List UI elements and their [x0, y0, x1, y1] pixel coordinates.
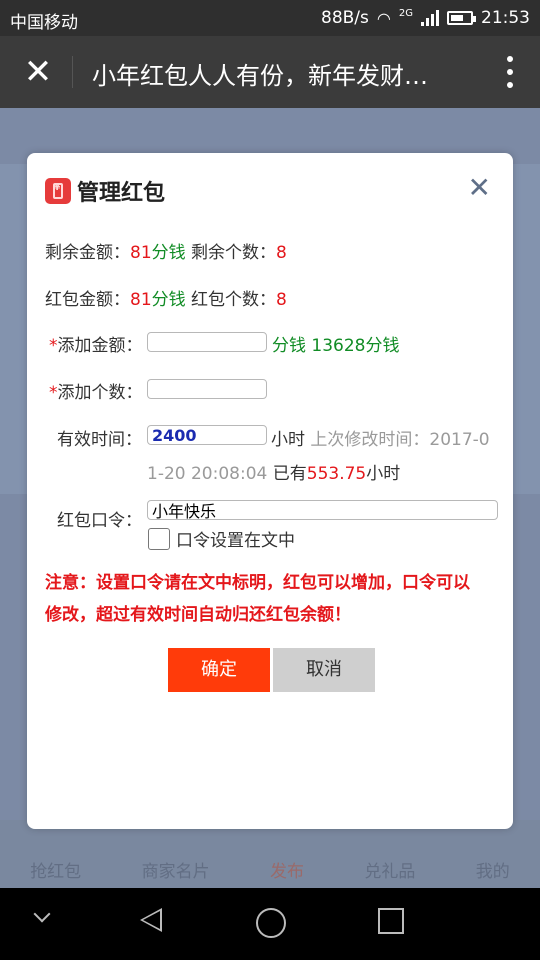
valid-time-info: 小时 上次修改时间：2017-0	[271, 425, 490, 450]
valid-time-input[interactable]	[147, 425, 267, 445]
network-speed: 88B/s	[321, 8, 369, 28]
signal-icon	[421, 10, 439, 26]
add-count-label-group: *添加个数：	[49, 378, 143, 403]
remaining-count-value: 8	[276, 243, 287, 263]
last-modified-time: 1-20 20:08:04	[147, 464, 268, 484]
divider	[72, 56, 73, 88]
wifi-icon: ◠	[376, 8, 391, 28]
add-amount-label-group: *添加金额：	[49, 331, 143, 356]
recent-apps-icon[interactable]	[378, 908, 404, 934]
add-amount-label: 添加金额：	[57, 336, 143, 356]
page-title: 小年红包人人有份，新年发财…	[92, 62, 428, 90]
carrier-name: 中国移动	[10, 13, 78, 33]
tab-grab-redpacket[interactable]: 抢红包	[30, 857, 81, 882]
tab-merchant-cards[interactable]: 商家名片	[142, 857, 210, 882]
elapsed-unit: 小时	[366, 464, 401, 484]
add-amount-unit-group: 分钱 13628分钱	[272, 331, 400, 356]
total-amount-value: 81	[130, 290, 152, 310]
notice-line-1: 注意：设置口令请在文中标明，红包可以增加，口令可以	[45, 573, 470, 593]
elapsed-value: 553.75	[306, 464, 367, 484]
title-bar: ✕ 小年红包人人有份，新年发财…	[0, 36, 540, 108]
remaining-count-label: 剩余个数：	[191, 243, 277, 263]
total-count-value: 8	[276, 290, 287, 310]
tab-gifts[interactable]: 兑礼品	[364, 857, 415, 882]
hide-keyboard-icon[interactable]	[33, 905, 51, 923]
add-amount-unit: 分钱	[272, 336, 306, 356]
bottom-navigation: 抢红包 商家名片 发布 兑礼品 我的	[0, 820, 540, 888]
add-amount-input[interactable]	[147, 332, 267, 352]
remaining-amount-unit: 分钱	[151, 243, 186, 263]
password-label: 红包口令：	[57, 511, 142, 531]
dialog-close-icon[interactable]: ✕	[468, 171, 491, 204]
required-mark: *	[49, 336, 58, 356]
valid-time-label: 有效时间：	[57, 430, 142, 450]
tab-me[interactable]: 我的	[476, 857, 510, 882]
back-icon-inner	[143, 911, 160, 929]
status-bar: 中国移动 88B/s ◠ 2G 21:53	[0, 0, 540, 36]
manage-redpacket-dialog: 管理红包 ✕ 剩余金额：81分钱 剩余个数：8 红包金额：81分钱 红包个数：8…	[27, 153, 513, 829]
remaining-row: 剩余金额：81分钱 剩余个数：8	[45, 238, 287, 263]
system-navigation-bar	[0, 888, 540, 960]
total-amount-unit: 分钱	[151, 290, 186, 310]
close-icon[interactable]: ✕	[20, 54, 56, 90]
notice-text: 注意：设置口令请在文中标明，红包可以增加，口令可以 修改，超过有效时间自动归还红…	[45, 567, 500, 631]
password-input[interactable]	[147, 500, 498, 520]
add-count-label: 添加个数：	[57, 383, 143, 403]
cancel-button[interactable]: 取消	[273, 648, 375, 692]
required-mark: *	[49, 383, 58, 403]
password-in-text-label: 口令设置在文中	[176, 531, 295, 551]
last-modified-row: 1-20 20:08:04 已有553.75小时	[147, 459, 400, 484]
battery-icon	[447, 11, 476, 25]
confirm-button[interactable]: 确定	[168, 648, 270, 692]
redpacket-icon	[45, 178, 71, 204]
more-menu-icon[interactable]	[504, 56, 516, 88]
total-count-label: 红包个数：	[191, 290, 277, 310]
add-count-input[interactable]	[147, 379, 267, 399]
home-icon[interactable]	[256, 908, 286, 938]
network-type: 2G	[398, 8, 413, 19]
tab-publish[interactable]: 发布	[270, 857, 304, 882]
last-modified-label: 上次修改时间：2017-0	[310, 430, 490, 450]
password-in-text-checkbox[interactable]	[148, 528, 170, 550]
elapsed-prefix: 已有	[272, 464, 307, 484]
total-row: 红包金额：81分钱 红包个数：8	[45, 285, 287, 310]
remaining-amount-value: 81	[130, 243, 152, 263]
dialog-title: 管理红包	[77, 181, 166, 206]
clock: 21:53	[481, 8, 530, 28]
valid-time-unit: 小时	[271, 430, 305, 450]
account-balance: 13628分钱	[311, 336, 400, 356]
notice-line-2: 修改，超过有效时间自动归还红包余额！	[45, 605, 351, 625]
remaining-amount-label: 剩余金额：	[45, 243, 130, 263]
total-amount-label: 红包金额：	[45, 290, 130, 310]
